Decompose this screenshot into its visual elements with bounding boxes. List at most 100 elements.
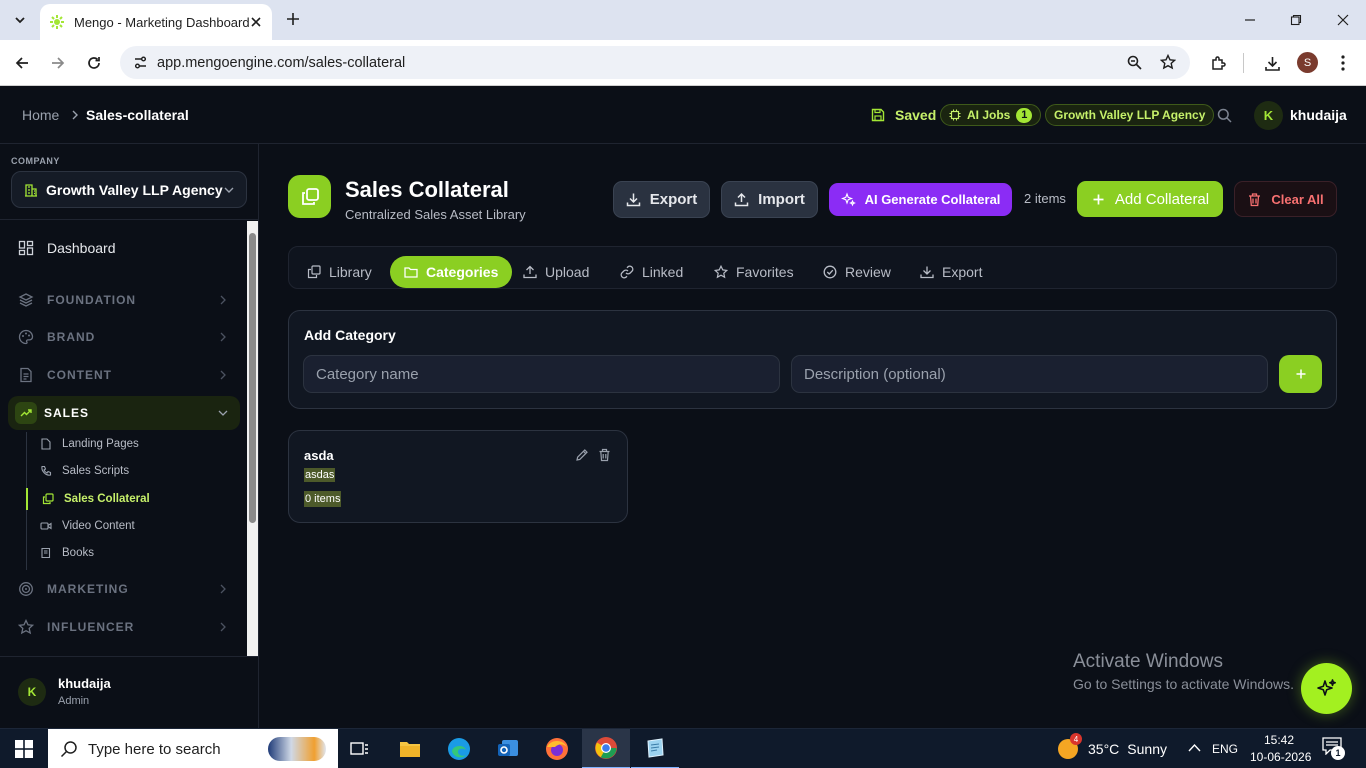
ai-generate-button[interactable]: AI Generate Collateral bbox=[829, 183, 1012, 216]
agency-badge[interactable]: Growth Valley LLP Agency bbox=[1045, 104, 1215, 126]
user-name[interactable]: khudaija bbox=[1290, 107, 1347, 123]
category-description: asdas bbox=[304, 468, 336, 482]
tab-review[interactable]: Review bbox=[809, 256, 905, 288]
user-avatar[interactable]: K bbox=[1254, 101, 1283, 130]
downloads-button[interactable] bbox=[1260, 51, 1284, 75]
profile-initial: S bbox=[1303, 56, 1312, 69]
close-icon bbox=[1337, 14, 1349, 26]
sidebar-section-label: INFLUENCER bbox=[47, 620, 135, 634]
generic-app[interactable] bbox=[631, 729, 679, 768]
add-category-button[interactable] bbox=[1279, 355, 1322, 393]
chrome-app[interactable] bbox=[582, 729, 630, 768]
chrome-menu-button[interactable] bbox=[1333, 51, 1353, 75]
export-button[interactable]: Export bbox=[613, 181, 710, 218]
site-info-icon[interactable] bbox=[133, 55, 148, 70]
chevron-down-icon bbox=[224, 187, 234, 193]
clear-all-button[interactable]: Clear All bbox=[1234, 181, 1337, 217]
category-description-input[interactable] bbox=[791, 355, 1268, 393]
sidebar-section-marketing[interactable]: MARKETING bbox=[8, 572, 240, 606]
tab-categories[interactable]: Categories bbox=[390, 256, 513, 288]
browser-tab[interactable]: Mengo - Marketing Dashboard bbox=[40, 4, 272, 40]
task-view-button[interactable] bbox=[336, 729, 384, 768]
pencil-icon[interactable] bbox=[575, 448, 589, 462]
sidebar-section-content[interactable]: CONTENT bbox=[8, 358, 240, 392]
zoom-icon[interactable] bbox=[1127, 55, 1142, 70]
tab-search-button[interactable] bbox=[8, 8, 32, 32]
clear-all-label: Clear All bbox=[1271, 191, 1324, 207]
tab-linked[interactable]: Linked bbox=[606, 256, 697, 288]
start-button[interactable] bbox=[0, 729, 48, 768]
weather-desc: Sunny bbox=[1127, 741, 1167, 757]
taskbar-search[interactable]: Type here to search bbox=[48, 729, 338, 768]
trash-icon[interactable] bbox=[598, 448, 611, 462]
clock-time[interactable]: 15:42 bbox=[1264, 733, 1294, 747]
footer-user-avatar[interactable]: K bbox=[18, 678, 46, 706]
file-explorer-app[interactable] bbox=[386, 729, 434, 768]
agency-badge-label: Growth Valley LLP Agency bbox=[1054, 108, 1206, 122]
category-card[interactable]: asda asdas 0 items bbox=[288, 430, 628, 523]
tab-library[interactable]: Library bbox=[293, 256, 386, 288]
sidebar-item-dashboard[interactable]: Dashboard bbox=[8, 231, 240, 265]
add-category-panel: Add Category bbox=[288, 310, 1337, 409]
profile-avatar[interactable]: S bbox=[1297, 52, 1318, 73]
reload-button[interactable] bbox=[82, 51, 106, 75]
sidebar-section-sales[interactable]: SALES bbox=[8, 396, 240, 430]
minimize-button[interactable] bbox=[1232, 8, 1268, 32]
weather-widget[interactable]: 4 35°C Sunny bbox=[1058, 729, 1167, 768]
new-tab-button[interactable] bbox=[282, 8, 304, 30]
sidebar-item-books[interactable]: Books bbox=[26, 542, 236, 564]
tab-upload[interactable]: Upload bbox=[509, 256, 603, 288]
footer-user-role: Admin bbox=[58, 695, 90, 707]
ai-jobs-badge[interactable]: AI Jobs 1 bbox=[940, 104, 1042, 126]
add-collateral-button[interactable]: Add Collateral bbox=[1077, 181, 1223, 217]
copy-icon bbox=[307, 265, 321, 279]
arrow-right-icon bbox=[52, 57, 65, 69]
weather-temp: 35°C bbox=[1088, 741, 1120, 757]
windows-taskbar: Type here to search 4 35°C Sunny ENG 15:… bbox=[0, 728, 1366, 768]
close-window-button[interactable] bbox=[1325, 8, 1361, 32]
bookmark-star-icon[interactable] bbox=[1160, 54, 1176, 70]
toolbar-divider bbox=[1243, 53, 1244, 73]
outlook-app[interactable] bbox=[484, 729, 532, 768]
omnibox[interactable]: app.mengoengine.com/sales-collateral bbox=[120, 46, 1190, 79]
scrollbar-thumb[interactable] bbox=[249, 233, 256, 523]
plus-icon bbox=[287, 13, 299, 25]
clock-date[interactable]: 10-06-2026 bbox=[1250, 750, 1311, 764]
sidebar-section-influencer[interactable]: INFLUENCER bbox=[8, 610, 240, 644]
forward-button[interactable] bbox=[46, 51, 70, 75]
sidebar-item-sales-scripts[interactable]: Sales Scripts bbox=[26, 460, 236, 482]
firefox-app[interactable] bbox=[533, 729, 581, 768]
import-button[interactable]: Import bbox=[721, 181, 818, 218]
reload-icon bbox=[88, 57, 100, 69]
breadcrumb-home[interactable]: Home bbox=[22, 107, 59, 123]
tab-export[interactable]: Export bbox=[906, 256, 996, 288]
close-tab-icon[interactable] bbox=[250, 16, 262, 28]
browser-toolbar: app.mengoengine.com/sales-collateral S bbox=[0, 40, 1366, 86]
category-name-input[interactable] bbox=[303, 355, 780, 393]
sidebar-item-video-content[interactable]: Video Content bbox=[26, 515, 236, 537]
notification-count: 1 bbox=[1331, 746, 1345, 760]
input-language[interactable]: ENG bbox=[1212, 742, 1238, 756]
back-button[interactable] bbox=[10, 51, 34, 75]
extensions-button[interactable] bbox=[1206, 51, 1230, 75]
sidebar-item-sales-collateral[interactable]: Sales Collateral bbox=[26, 488, 236, 510]
kebab-menu-icon bbox=[1341, 55, 1345, 71]
sidebar-scrollbar[interactable] bbox=[247, 221, 258, 656]
sidebar-item-landing-pages[interactable]: Landing Pages bbox=[26, 433, 236, 455]
tab-favorites[interactable]: Favorites bbox=[700, 256, 808, 288]
browser-tab-bar: Mengo - Marketing Dashboard bbox=[0, 0, 1366, 40]
edge-app[interactable] bbox=[435, 729, 483, 768]
sidebar-section-brand[interactable]: BRAND bbox=[8, 320, 240, 354]
sidebar-section-label: CONTENT bbox=[47, 368, 112, 382]
ai-generate-label: AI Generate Collateral bbox=[864, 192, 1001, 207]
restore-button[interactable] bbox=[1278, 8, 1314, 32]
mengo-favicon-icon bbox=[50, 15, 64, 29]
search-icon[interactable] bbox=[1217, 108, 1232, 123]
top-nav: Home Sales-collateral Saved AI Jobs 1 Gr… bbox=[0, 87, 1366, 144]
ai-assistant-fab[interactable] bbox=[1301, 663, 1352, 714]
chevron-up-icon[interactable] bbox=[1188, 743, 1201, 753]
company-selector[interactable]: Growth Valley LLP Agency bbox=[11, 171, 247, 208]
notification-center-button[interactable]: 1 bbox=[1322, 737, 1346, 761]
sidebar-section-foundation[interactable]: FOUNDATION bbox=[8, 283, 240, 317]
document-icon bbox=[20, 367, 32, 383]
